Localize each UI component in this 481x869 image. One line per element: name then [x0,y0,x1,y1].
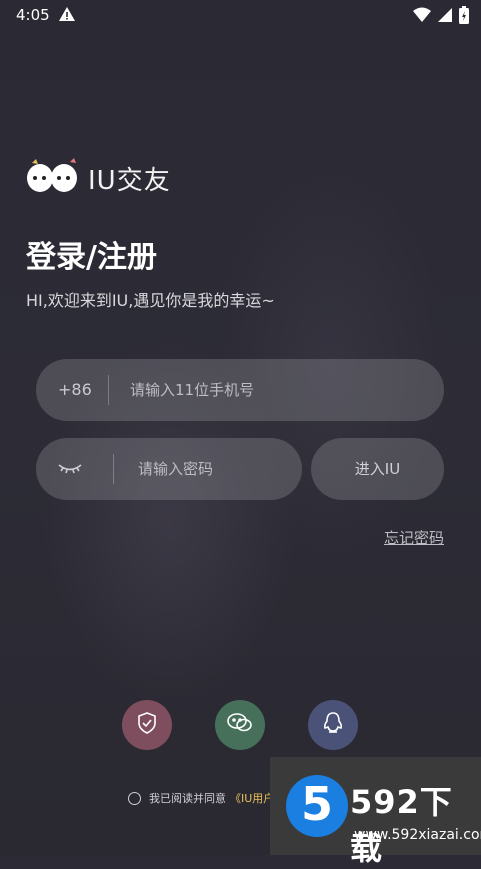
watermark-title: 592下载 [350,783,453,867]
status-bar: 4:05 [0,0,481,30]
phone-field[interactable]: +86 请输入11位手机号 [36,359,444,421]
app-logo: IU交友 [26,156,171,200]
password-input[interactable]: 请输入密码 [138,438,213,500]
field-divider [108,375,109,405]
watermark-url: www.592xiazai.com [354,827,481,843]
battery-icon [459,6,469,28]
field-divider [113,454,114,484]
country-code[interactable]: +86 [58,359,92,421]
welcome-subtitle: HI,欢迎来到IU,遇见你是我的幸运~ [26,291,275,310]
ghost-mascot-icon [26,156,82,200]
wechat-login-button[interactable] [215,700,265,750]
warning-icon [58,5,76,27]
qq-icon [322,711,344,739]
agree-radio[interactable] [128,791,141,805]
phone-input[interactable]: 请输入11位手机号 [130,359,254,421]
wechat-icon [227,712,253,738]
page-title: 登录/注册 [26,240,157,275]
password-field[interactable]: 请输入密码 [36,438,302,500]
watermark-digit: 5 [301,777,334,831]
enter-button[interactable]: 进入IU [311,438,444,500]
signal-icon [437,7,453,27]
shield-check-icon [137,712,157,738]
status-time: 4:05 [16,6,50,24]
forgot-password-link[interactable]: 忘记密码 [384,527,444,548]
qq-login-button[interactable] [308,700,358,750]
eye-closed-icon[interactable] [58,461,82,480]
wifi-icon [413,7,431,27]
system-icons [413,6,469,28]
site-watermark: 5 592下载 www.592xiazai.com [270,757,481,867]
app-name: IU交友 [88,165,171,196]
agreement-text: 我已阅读并同意 [149,792,226,805]
shield-login-button[interactable] [122,700,172,750]
